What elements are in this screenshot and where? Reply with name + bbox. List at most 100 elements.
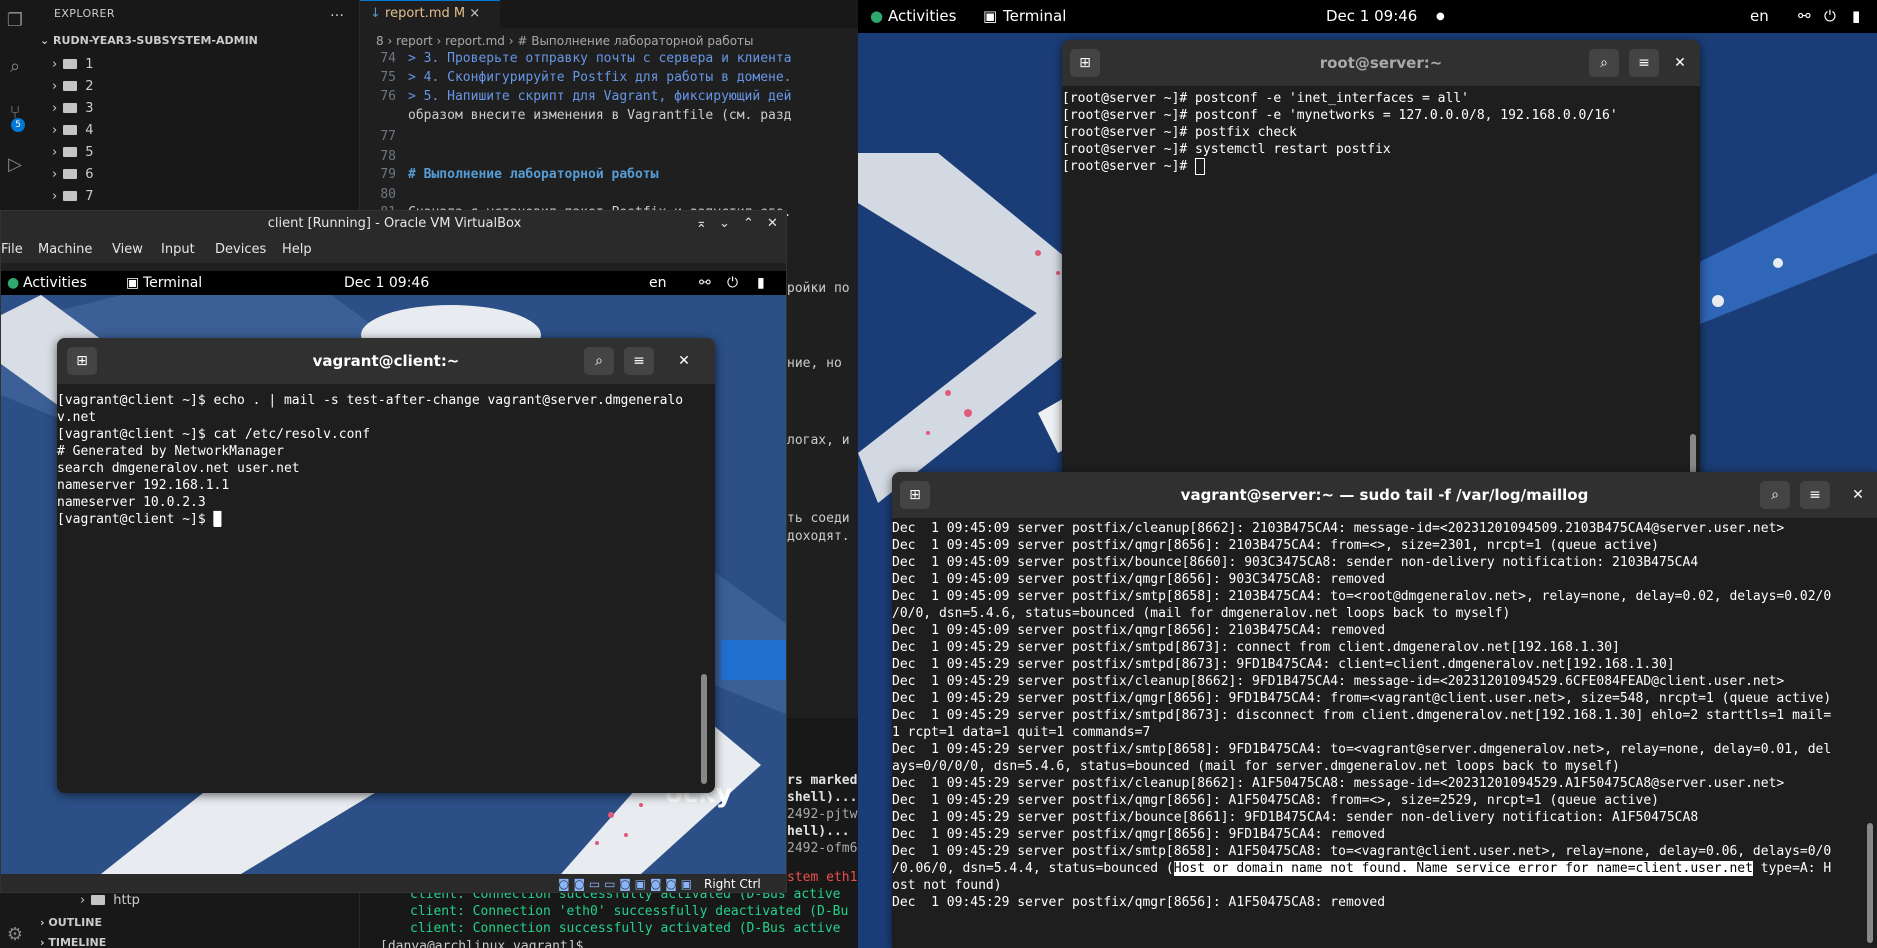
line-text: > 4. Сконфигурируйте Postfix для работы … xyxy=(408,70,792,85)
line-text: > 5. Напишите скрипт для Vagrant, фиксир… xyxy=(408,89,792,104)
network-icon[interactable]: ⚯ xyxy=(1798,0,1811,33)
code-line[interactable]: 79 # Выполнение лабораторной работы xyxy=(360,166,658,183)
folder-item[interactable]: › 6 xyxy=(52,164,93,186)
server-gnome-topbar: ● Activities ▣ Terminal Dec 1 09:46 ● en… xyxy=(858,0,1877,33)
folder-item[interactable]: › 2 xyxy=(52,76,93,98)
activities-button[interactable]: Activities xyxy=(888,0,956,33)
close-icon[interactable]: ✕ xyxy=(1843,481,1873,509)
terminal-line: v.net xyxy=(57,410,97,425)
code-line[interactable]: 78 xyxy=(360,148,408,165)
log-line: Dec 1 09:45:29 server postfix/smtpd[8673… xyxy=(892,708,1832,723)
tab-report-md[interactable]: ↓ report.md M × xyxy=(360,0,500,28)
terminal-line: nameserver 10.0.2.3 xyxy=(57,495,206,510)
close-icon[interactable]: ✕ xyxy=(767,211,778,237)
new-tab-icon[interactable]: ⊞ xyxy=(900,481,930,509)
timeline-section[interactable]: › TIMELINE xyxy=(40,936,106,948)
activities-button[interactable]: Activities xyxy=(23,271,87,295)
input-language[interactable]: en xyxy=(649,271,667,295)
root-terminal-title: root@server:~ xyxy=(1319,54,1443,72)
input-language[interactable]: en xyxy=(1750,0,1769,33)
clock[interactable]: Dec 1 09:46 xyxy=(344,271,429,295)
terminal-app-menu[interactable]: Terminal xyxy=(1003,0,1066,33)
menu-help[interactable]: Help xyxy=(282,237,312,263)
code-line[interactable]: 76 > 5. Напишите скрипт для Vagrant, фикс… xyxy=(360,88,792,105)
minimize-icon[interactable]: ⌄ xyxy=(719,211,730,237)
files-icon[interactable]: ❐ xyxy=(0,6,30,36)
client-terminal-titlebar[interactable]: ⊞ vagrant@client:~ ⌕ ≡ ✕ xyxy=(57,338,715,384)
folder-item[interactable]: › 1 xyxy=(52,54,93,76)
restore-icon[interactable]: ⌅ xyxy=(696,211,707,237)
code-line[interactable]: 75 > 4. Сконфигурируйте Postfix для работ… xyxy=(360,69,792,86)
close-tab-icon[interactable]: × xyxy=(469,6,480,21)
new-tab-icon[interactable]: ⊞ xyxy=(1070,49,1100,77)
folder-icon xyxy=(63,147,78,157)
log-line: Dec 1 09:45:09 server postfix/bounce[866… xyxy=(892,555,1699,570)
log-line: ays=0/0/0/0, dsn=5.4.6, status=bounced (… xyxy=(892,759,1620,774)
folder-item[interactable]: › 7 xyxy=(52,186,93,208)
code-line[interactable]: 74 > 3. Проверьте отправку почты с сервер… xyxy=(360,50,791,67)
scrollbar[interactable] xyxy=(701,674,707,784)
hamburger-menu-icon[interactable]: ≡ xyxy=(624,347,654,375)
vm-device-icons[interactable]: ◙ ◙ ▭ ▭ ◙ ▣ ◙ ◙ ▣ xyxy=(558,874,692,892)
run-debug-icon[interactable]: ▷ xyxy=(0,150,30,180)
selected-error-text[interactable]: Host or domain name not found. Name serv… xyxy=(1173,861,1753,876)
terminal-app-menu[interactable]: Terminal xyxy=(143,271,202,295)
battery-icon[interactable]: ▮ xyxy=(1852,0,1860,33)
folder-item-http[interactable]: › http xyxy=(80,890,140,912)
code-line[interactable]: образом внесите изменения в Vagrantfile … xyxy=(360,107,792,124)
scrollbar[interactable] xyxy=(1690,434,1696,474)
close-icon[interactable]: ✕ xyxy=(1665,49,1695,77)
more-actions-icon[interactable]: … xyxy=(330,4,344,20)
search-icon[interactable]: ⌕ xyxy=(1589,49,1619,77)
search-icon[interactable]: ⌕ xyxy=(584,347,614,375)
scrollbar[interactable] xyxy=(1867,823,1873,943)
code-fragment: ть соеди xyxy=(787,511,850,526)
maillog-terminal-window: ⊞ vagrant@server:~ — sudo tail -f /var/l… xyxy=(892,472,1877,948)
panel-line: stem eth1 xyxy=(787,870,858,885)
chevron-right-icon: › xyxy=(52,123,58,138)
terminal-line: [root@server ~]# postconf -e 'mynetworks… xyxy=(1062,108,1618,123)
panel-prompt[interactable]: [danya@archlinux vagrant]$ xyxy=(380,938,591,948)
root-terminal-titlebar[interactable]: ⊞ root@server:~ ⌕ ≡ ✕ xyxy=(1062,40,1700,86)
tab-bar: ↓ report.md M × xyxy=(360,0,858,28)
menu-file[interactable]: File xyxy=(1,237,23,263)
workspace-title[interactable]: ⌄ RUDN-YEAR3-SUBSYSTEM-ADMIN xyxy=(40,34,258,47)
vbox-titlebar[interactable]: client [Running] - Oracle VM VirtualBox … xyxy=(1,211,786,237)
menu-view[interactable]: View xyxy=(112,237,143,263)
log-line: Dec 1 09:45:29 server postfix/smtpd[8673… xyxy=(892,640,1620,655)
host-key-label: Right Ctrl xyxy=(704,877,761,891)
menu-devices[interactable]: Devices xyxy=(215,237,266,263)
network-icon[interactable]: ⚯ xyxy=(699,271,711,295)
folder-icon xyxy=(63,59,78,69)
power-icon[interactable]: ⏻ xyxy=(727,271,738,295)
log-line: Dec 1 09:45:29 server postfix/smtp[8658]… xyxy=(892,844,1832,859)
settings-gear-icon[interactable]: ⚙ xyxy=(0,920,30,948)
power-icon[interactable]: ⏻ xyxy=(1824,0,1836,33)
notification-dot-icon: ● xyxy=(1436,11,1445,22)
terminal-line: [root@server ~]# systemctl restart postf… xyxy=(1062,142,1391,157)
text-cursor: █ xyxy=(213,512,222,527)
menu-machine[interactable]: Machine xyxy=(38,237,92,263)
client-terminal-body[interactable]: [vagrant@client ~]$ echo . | mail -s tes… xyxy=(57,384,715,793)
root-terminal-body[interactable]: [root@server ~]# postconf -e 'inet_inter… xyxy=(1062,86,1700,480)
battery-icon[interactable]: ▮ xyxy=(757,271,765,295)
maillog-terminal-titlebar[interactable]: ⊞ vagrant@server:~ — sudo tail -f /var/l… xyxy=(892,472,1877,518)
hamburger-menu-icon[interactable]: ≡ xyxy=(1800,481,1830,509)
code-line[interactable]: 77 xyxy=(360,128,408,145)
maximize-icon[interactable]: ⌃ xyxy=(743,211,754,237)
close-icon[interactable]: ✕ xyxy=(669,347,699,375)
maillog-terminal-body[interactable]: Dec 1 09:45:09 server postfix/cleanup[86… xyxy=(892,518,1877,948)
clock[interactable]: Dec 1 09:46 xyxy=(1326,0,1417,33)
line-number: 78 xyxy=(380,149,396,164)
log-line: Dec 1 09:45:29 server postfix/bounce[866… xyxy=(892,810,1699,825)
search-icon[interactable]: ⌕ xyxy=(1760,481,1790,509)
new-tab-icon[interactable]: ⊞ xyxy=(67,347,97,375)
code-line[interactable]: 80 xyxy=(360,186,408,203)
outline-section[interactable]: › OUTLINE xyxy=(40,916,102,929)
folder-item[interactable]: › 3 xyxy=(52,98,93,120)
search-icon[interactable]: ⌕ xyxy=(0,52,30,82)
menu-input[interactable]: Input xyxy=(161,237,195,263)
folder-item[interactable]: › 5 xyxy=(52,142,93,164)
folder-item[interactable]: › 4 xyxy=(52,120,93,142)
hamburger-menu-icon[interactable]: ≡ xyxy=(1629,49,1659,77)
